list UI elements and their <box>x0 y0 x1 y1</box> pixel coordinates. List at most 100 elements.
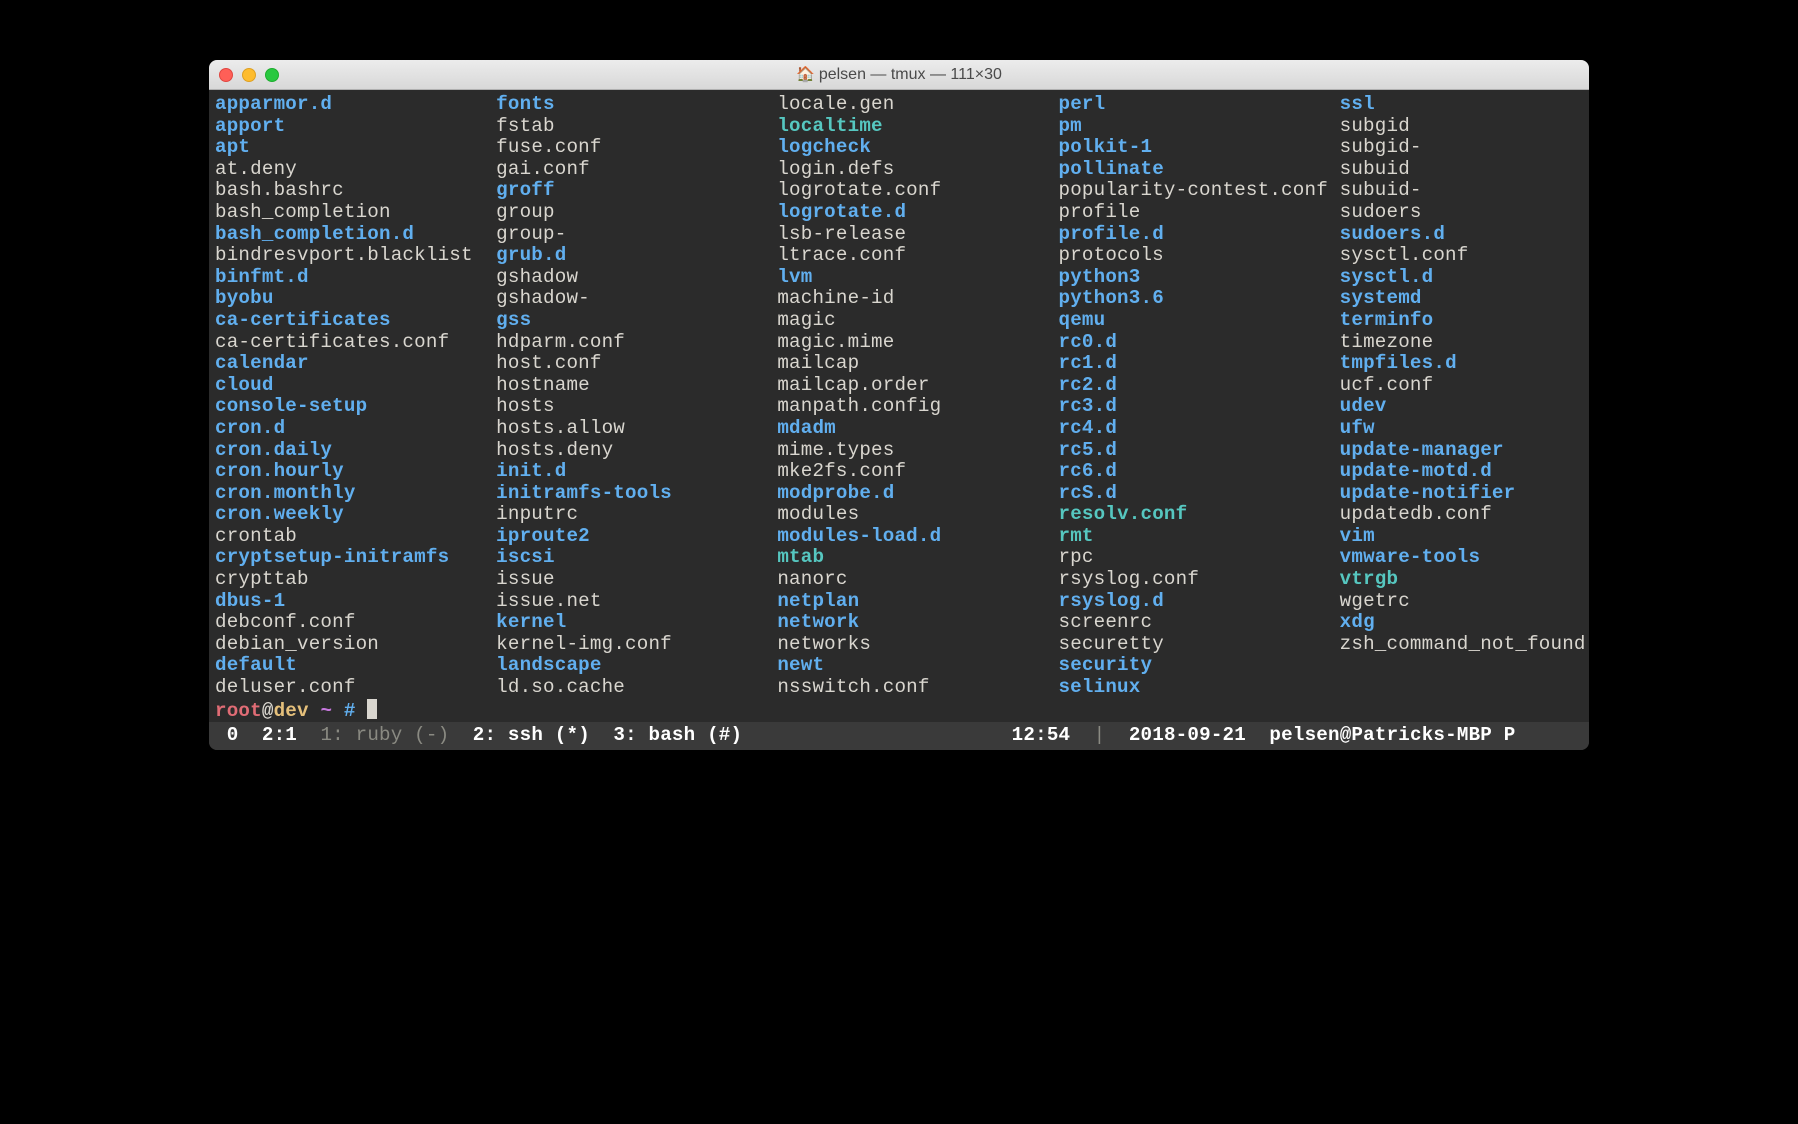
ls-row: cron.weekly inputrc modules resolv.conf … <box>215 504 1583 526</box>
ls-entry: update-manager <box>1340 439 1504 461</box>
ls-row: byobu gshadow- machine-id python3.6 syst… <box>215 288 1583 310</box>
ls-entry: cron.hourly <box>215 460 344 482</box>
ls-entry: mke2fs.conf <box>777 460 906 482</box>
ls-entry: apt <box>215 136 250 158</box>
ls-entry: rsyslog.conf <box>1058 568 1199 590</box>
ls-row: cron.hourly init.d mke2fs.conf rc6.d upd… <box>215 461 1583 483</box>
ls-entry: group- <box>496 223 566 245</box>
ls-entry: fonts <box>496 93 555 115</box>
terminal-window: 🏠pelsen — tmux — 111×30 apparmor.d fonts… <box>209 60 1589 750</box>
ls-entry: dbus-1 <box>215 590 285 612</box>
ls-entry: gss <box>496 309 531 331</box>
tmux-session[interactable]: 0 <box>227 724 239 746</box>
ls-row: cron.daily hosts.deny mime.types rc5.d u… <box>215 440 1583 462</box>
ls-entry: rc0.d <box>1058 331 1117 353</box>
ls-entry: update-notifier <box>1340 482 1516 504</box>
ls-entry: udev <box>1340 395 1387 417</box>
tmux-window[interactable]: 1: ruby (-) <box>320 724 449 746</box>
ls-entry: newt <box>777 654 824 676</box>
ls-row: calendar host.conf mailcap rc1.d tmpfile… <box>215 353 1583 375</box>
ls-entry: sudoers.d <box>1340 223 1445 245</box>
ls-entry: zsh_command_not_found <box>1340 633 1586 655</box>
ls-entry: rc3.d <box>1058 395 1117 417</box>
ls-entry: popularity-contest.conf <box>1058 179 1327 201</box>
ls-entry: default <box>215 654 297 676</box>
ls-entry: tmpfiles.d <box>1340 352 1457 374</box>
tmux-pane[interactable]: 2:1 <box>262 724 297 746</box>
ls-entry: perl <box>1059 93 1106 115</box>
ls-entry: rc4.d <box>1058 417 1117 439</box>
ls-entry: magic <box>777 309 836 331</box>
ls-entry: kernel-img.conf <box>496 633 672 655</box>
ls-entry: nsswitch.conf <box>777 676 929 698</box>
ls-entry: mtab <box>777 546 824 568</box>
minimize-icon[interactable] <box>242 68 256 82</box>
close-icon[interactable] <box>219 68 233 82</box>
ls-entry: inputrc <box>496 503 578 525</box>
titlebar[interactable]: 🏠pelsen — tmux — 111×30 <box>209 60 1589 90</box>
tmux-window[interactable]: 3: bash (#) <box>613 724 742 746</box>
ls-entry: deluser.conf <box>215 676 356 698</box>
ls-entry: systemd <box>1340 287 1422 309</box>
ls-entry: selinux <box>1058 676 1140 698</box>
ls-entry: update-motd.d <box>1340 460 1492 482</box>
tmux-window[interactable]: 2: ssh (*) <box>473 724 590 746</box>
ls-entry: xdg <box>1340 611 1375 633</box>
ls-entry: qemu <box>1058 309 1105 331</box>
ls-entry: issue <box>496 568 555 590</box>
ls-row: binfmt.d gshadow lvm python3 sysctl.d <box>215 267 1583 289</box>
ls-entry: magic.mime <box>777 331 894 353</box>
ls-entry: binfmt.d <box>215 266 309 288</box>
ls-row: at.deny gai.conf login.defs pollinate su… <box>215 159 1583 181</box>
ls-entry: mdadm <box>777 417 836 439</box>
ls-entry: subuid- <box>1340 179 1422 201</box>
ls-entry: security <box>1058 654 1152 676</box>
ls-entry: kernel <box>496 611 566 633</box>
ls-row: bash.bashrc groff logrotate.conf popular… <box>215 180 1583 202</box>
ls-entry: hostname <box>496 374 590 396</box>
ls-entry: login.defs <box>777 158 894 180</box>
ls-row: debconf.conf kernel network screenrc xdg <box>215 612 1583 634</box>
terminal-body[interactable]: apparmor.d fonts locale.gen perl sslappo… <box>209 90 1589 722</box>
prompt-user: root <box>215 700 262 722</box>
ls-entry: pollinate <box>1059 158 1164 180</box>
ls-entry: group <box>496 201 555 223</box>
ls-entry: modprobe.d <box>777 482 894 504</box>
ls-entry: mime.types <box>777 439 894 461</box>
ls-entry: apport <box>215 115 285 137</box>
window-title-text: pelsen — tmux — 111×30 <box>819 66 1002 83</box>
ls-entry: crypttab <box>215 568 309 590</box>
tmux-statusbar[interactable]: 0 2:1 1: ruby (-) 2: ssh (*) 3: bash (#)… <box>209 722 1589 750</box>
zoom-icon[interactable] <box>265 68 279 82</box>
ls-entry: lsb-release <box>777 223 906 245</box>
ls-entry: debconf.conf <box>215 611 356 633</box>
ls-entry: vtrgb <box>1340 568 1399 590</box>
ls-entry: subuid <box>1340 158 1410 180</box>
ls-entry: issue.net <box>496 590 601 612</box>
ls-entry: mailcap <box>777 352 859 374</box>
ls-entry: cron.d <box>215 417 285 439</box>
shell-prompt[interactable]: root@dev ~ # <box>215 699 1583 723</box>
ls-entry: resolv.conf <box>1059 503 1188 525</box>
cursor <box>367 699 377 719</box>
ls-entry: protocols <box>1058 244 1163 266</box>
ls-row: crypttab issue nanorc rsyslog.conf vtrgb <box>215 569 1583 591</box>
ls-entry: sudoers <box>1340 201 1422 223</box>
traffic-lights <box>219 68 279 82</box>
ls-entry: byobu <box>215 287 274 309</box>
ls-row: deluser.conf ld.so.cache nsswitch.conf s… <box>215 677 1583 699</box>
ls-entry: rmt <box>1059 525 1094 547</box>
ls-entry: crontab <box>215 525 297 547</box>
ls-entry: hosts.deny <box>496 439 613 461</box>
ls-entry: logrotate.conf <box>777 179 941 201</box>
ls-entry: cron.monthly <box>215 482 356 504</box>
ls-entry: profile <box>1058 201 1140 223</box>
ls-entry: terminfo <box>1340 309 1434 331</box>
ls-row: cloud hostname mailcap.order rc2.d ucf.c… <box>215 375 1583 397</box>
ls-row: cryptsetup-initramfs iscsi mtab rpc vmwa… <box>215 547 1583 569</box>
ls-entry: ca-certificates.conf <box>215 331 449 353</box>
ls-entry: cron.daily <box>215 439 332 461</box>
ls-entry: screenrc <box>1058 611 1152 633</box>
ls-entry: polkit-1 <box>1058 136 1152 158</box>
ls-entry: hosts.allow <box>496 417 625 439</box>
